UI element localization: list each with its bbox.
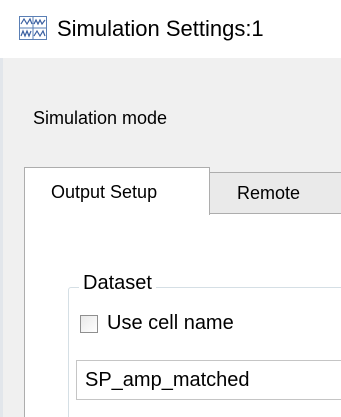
use-cell-name-label[interactable]: Use cell name: [107, 312, 234, 335]
tab-remote[interactable]: Remote: [209, 172, 341, 213]
window-title: Simulation Settings:1: [57, 16, 264, 41]
simulation-mode-label: Simulation mode: [33, 108, 168, 128]
dataset-name-value: SP_amp_matched: [85, 369, 250, 391]
dataset-name-field[interactable]: SP_amp_matched: [76, 360, 341, 400]
use-cell-name-checkbox[interactable]: [80, 315, 98, 333]
simulation-settings-window: Simulation Settings:1 Simulation mode Re…: [0, 0, 341, 417]
dataset-group-title: Dataset: [79, 272, 156, 295]
tab-output-setup[interactable]: Output Setup: [24, 167, 210, 215]
waveform-sim-icon: [19, 16, 47, 40]
title-bar[interactable]: Simulation Settings:1: [0, 0, 341, 58]
tab-output-setup-label: Output Setup: [51, 182, 158, 202]
tab-remote-label: Remote: [237, 183, 301, 203]
